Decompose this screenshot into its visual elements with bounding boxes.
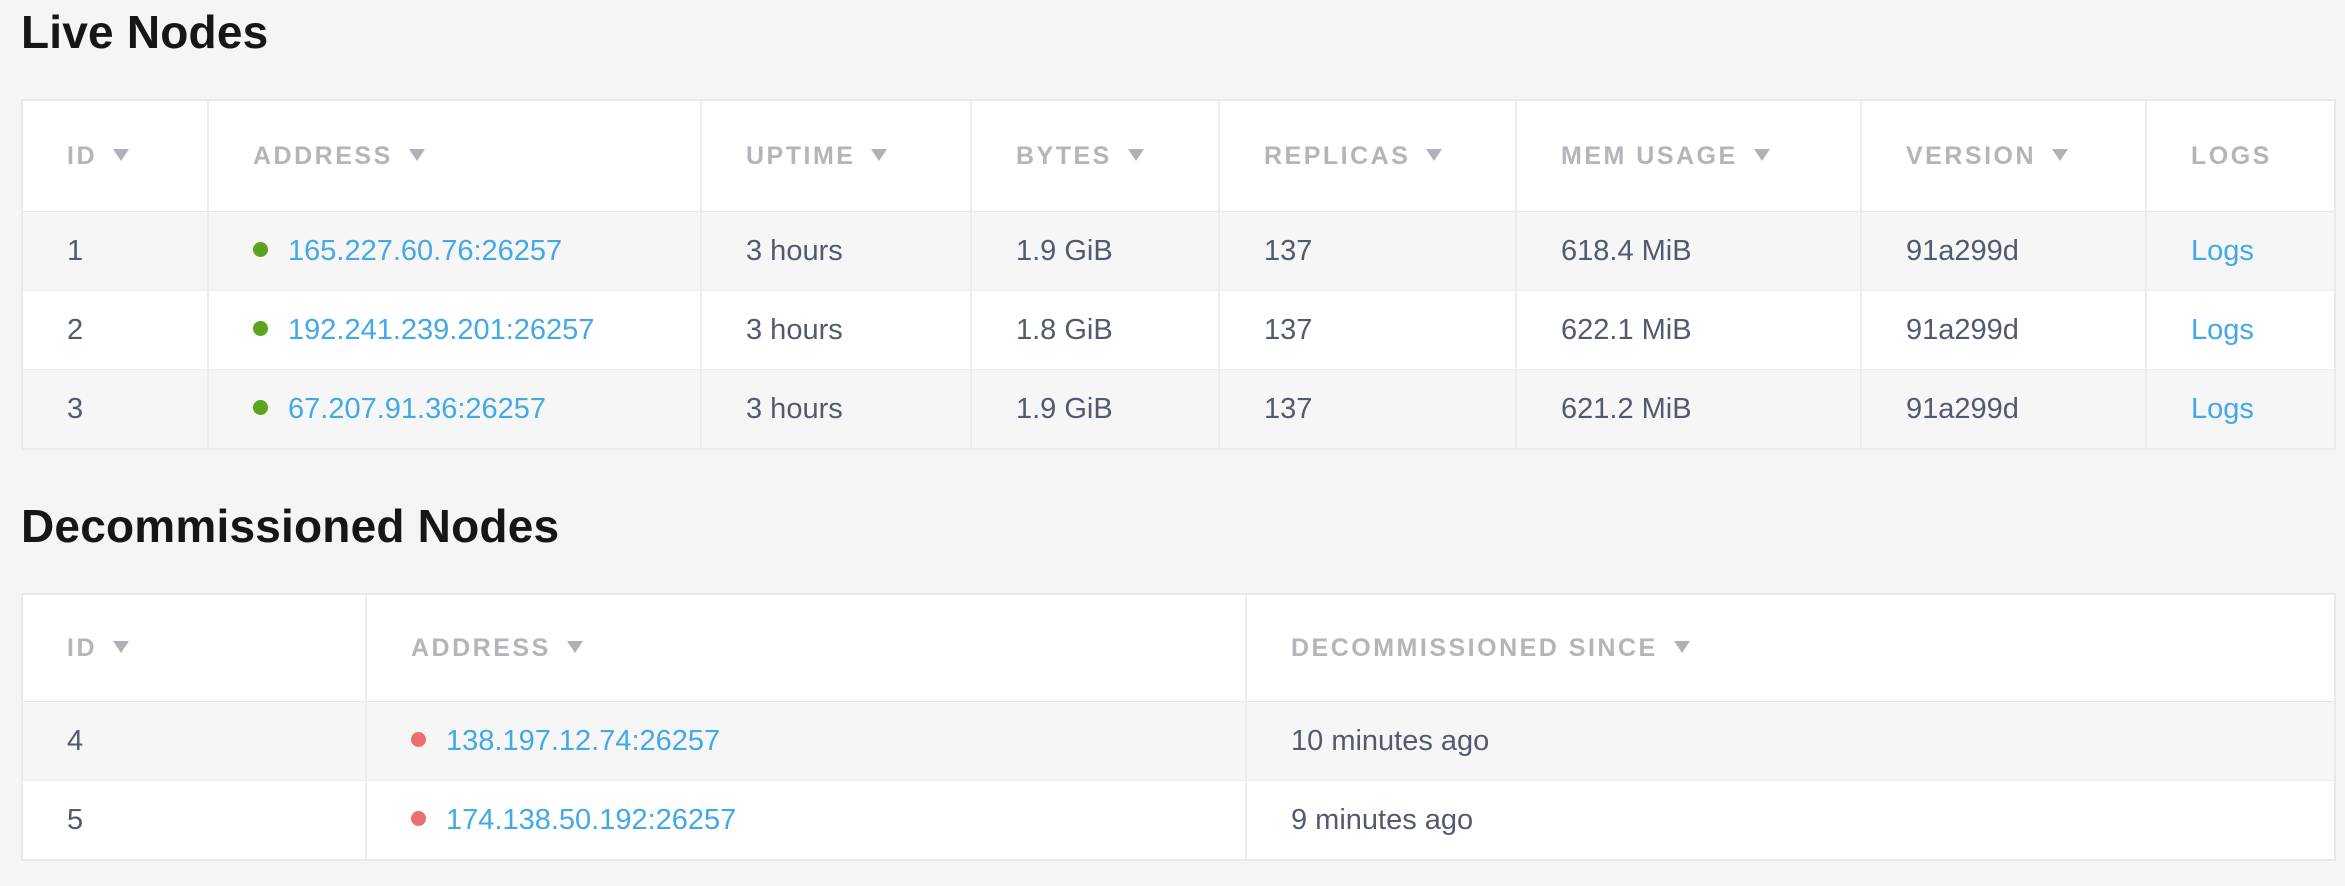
live-status-dot-icon (253, 321, 268, 336)
sort-caret-down-icon (2052, 149, 2068, 161)
node-address-link[interactable]: 138.197.12.74:26257 (446, 725, 720, 757)
sort-caret-down-icon (1128, 149, 1144, 161)
column-header-label: ADDRESS (253, 142, 393, 170)
table-header-row: ID ADDRESS UPTIME BYTES REPLICAS MEM USA… (23, 101, 2334, 212)
node-logs-link[interactable]: Logs (2191, 235, 2254, 267)
table-row: 2 192.241.239.201:26257 3 hours 1.8 GiB … (23, 291, 2334, 370)
sort-caret-down-icon (1426, 149, 1442, 161)
node-address-cell: 165.227.60.76:26257 (209, 212, 702, 291)
node-uptime-cell: 3 hours (702, 291, 972, 370)
node-address-cell: 138.197.12.74:26257 (367, 702, 1247, 781)
live-nodes-title: Live Nodes (21, 6, 2345, 58)
sort-caret-down-icon (113, 149, 129, 161)
decommissioned-status-dot-icon (411, 811, 426, 826)
column-header-replicas[interactable]: REPLICAS (1220, 101, 1517, 212)
node-address-link[interactable]: 174.138.50.192:26257 (446, 804, 736, 836)
column-header-label: ID (67, 142, 97, 170)
node-mem-usage-cell: 618.4 MiB (1517, 212, 1862, 291)
node-logs-link[interactable]: Logs (2191, 393, 2254, 425)
column-header-label: BYTES (1016, 142, 1112, 170)
column-header-address[interactable]: ADDRESS (367, 595, 1247, 702)
node-version-cell: 91a299d (1862, 291, 2147, 370)
node-id-cell: 3 (23, 370, 209, 448)
node-address-cell: 192.241.239.201:26257 (209, 291, 702, 370)
node-id-cell: 1 (23, 212, 209, 291)
node-logs-link[interactable]: Logs (2191, 314, 2254, 346)
node-decommissioned-since-cell: 10 minutes ago (1247, 702, 2334, 781)
column-header-label: UPTIME (746, 142, 855, 170)
table-row: 1 165.227.60.76:26257 3 hours 1.9 GiB 13… (23, 212, 2334, 291)
node-address-link[interactable]: 165.227.60.76:26257 (288, 235, 562, 267)
nodes-overview-page: Live Nodes ID ADDRESS UPTIME BYTES REPLI… (0, 0, 2345, 861)
node-address-link[interactable]: 192.241.239.201:26257 (288, 314, 594, 346)
node-bytes-cell: 1.9 GiB (972, 370, 1220, 448)
column-header-label: MEM USAGE (1561, 142, 1738, 170)
node-address-cell: 174.138.50.192:26257 (367, 781, 1247, 859)
node-address-cell: 67.207.91.36:26257 (209, 370, 702, 448)
node-logs-cell: Logs (2147, 212, 2334, 291)
node-uptime-cell: 3 hours (702, 370, 972, 448)
column-header-label: LOGS (2191, 142, 2272, 170)
node-uptime-cell: 3 hours (702, 212, 972, 291)
decommissioned-nodes-title: Decommissioned Nodes (21, 500, 2345, 552)
column-header-uptime[interactable]: UPTIME (702, 101, 972, 212)
sort-caret-down-icon (1754, 149, 1770, 161)
sort-caret-down-icon (871, 149, 887, 161)
node-bytes-cell: 1.8 GiB (972, 291, 1220, 370)
sort-caret-down-icon (567, 641, 583, 653)
node-id-cell: 4 (23, 702, 367, 781)
column-header-bytes[interactable]: BYTES (972, 101, 1220, 212)
column-header-version[interactable]: VERSION (1862, 101, 2147, 212)
column-header-id[interactable]: ID (23, 101, 209, 212)
sort-caret-down-icon (409, 149, 425, 161)
column-header-mem-usage[interactable]: MEM USAGE (1517, 101, 1862, 212)
column-header-label: VERSION (1906, 142, 2036, 170)
live-nodes-table: ID ADDRESS UPTIME BYTES REPLICAS MEM USA… (21, 99, 2336, 450)
node-mem-usage-cell: 621.2 MiB (1517, 370, 1862, 448)
sort-caret-down-icon (113, 641, 129, 653)
node-replicas-cell: 137 (1220, 212, 1517, 291)
node-mem-usage-cell: 622.1 MiB (1517, 291, 1862, 370)
column-header-logs: LOGS (2147, 101, 2334, 212)
column-header-label: DECOMMISSIONED SINCE (1291, 634, 1658, 662)
live-status-dot-icon (253, 400, 268, 415)
node-replicas-cell: 137 (1220, 370, 1517, 448)
node-version-cell: 91a299d (1862, 370, 2147, 448)
column-header-label: ADDRESS (411, 634, 551, 662)
decommissioned-status-dot-icon (411, 732, 426, 747)
node-address-link[interactable]: 67.207.91.36:26257 (288, 393, 546, 425)
node-id-cell: 2 (23, 291, 209, 370)
table-row: 4 138.197.12.74:26257 10 minutes ago (23, 702, 2334, 781)
column-header-label: ID (67, 634, 97, 662)
node-logs-cell: Logs (2147, 291, 2334, 370)
table-header-row: ID ADDRESS DECOMMISSIONED SINCE (23, 595, 2334, 702)
table-row: 3 67.207.91.36:26257 3 hours 1.9 GiB 137… (23, 370, 2334, 448)
column-header-decommissioned-since[interactable]: DECOMMISSIONED SINCE (1247, 595, 2334, 702)
node-replicas-cell: 137 (1220, 291, 1517, 370)
live-status-dot-icon (253, 242, 268, 257)
node-bytes-cell: 1.9 GiB (972, 212, 1220, 291)
column-header-id[interactable]: ID (23, 595, 367, 702)
node-decommissioned-since-cell: 9 minutes ago (1247, 781, 2334, 859)
column-header-address[interactable]: ADDRESS (209, 101, 702, 212)
node-id-cell: 5 (23, 781, 367, 859)
decommissioned-nodes-table: ID ADDRESS DECOMMISSIONED SINCE 4 138.19… (21, 593, 2336, 861)
sort-caret-down-icon (1674, 641, 1690, 653)
table-row: 5 174.138.50.192:26257 9 minutes ago (23, 781, 2334, 859)
column-header-label: REPLICAS (1264, 142, 1410, 170)
node-logs-cell: Logs (2147, 370, 2334, 448)
node-version-cell: 91a299d (1862, 212, 2147, 291)
